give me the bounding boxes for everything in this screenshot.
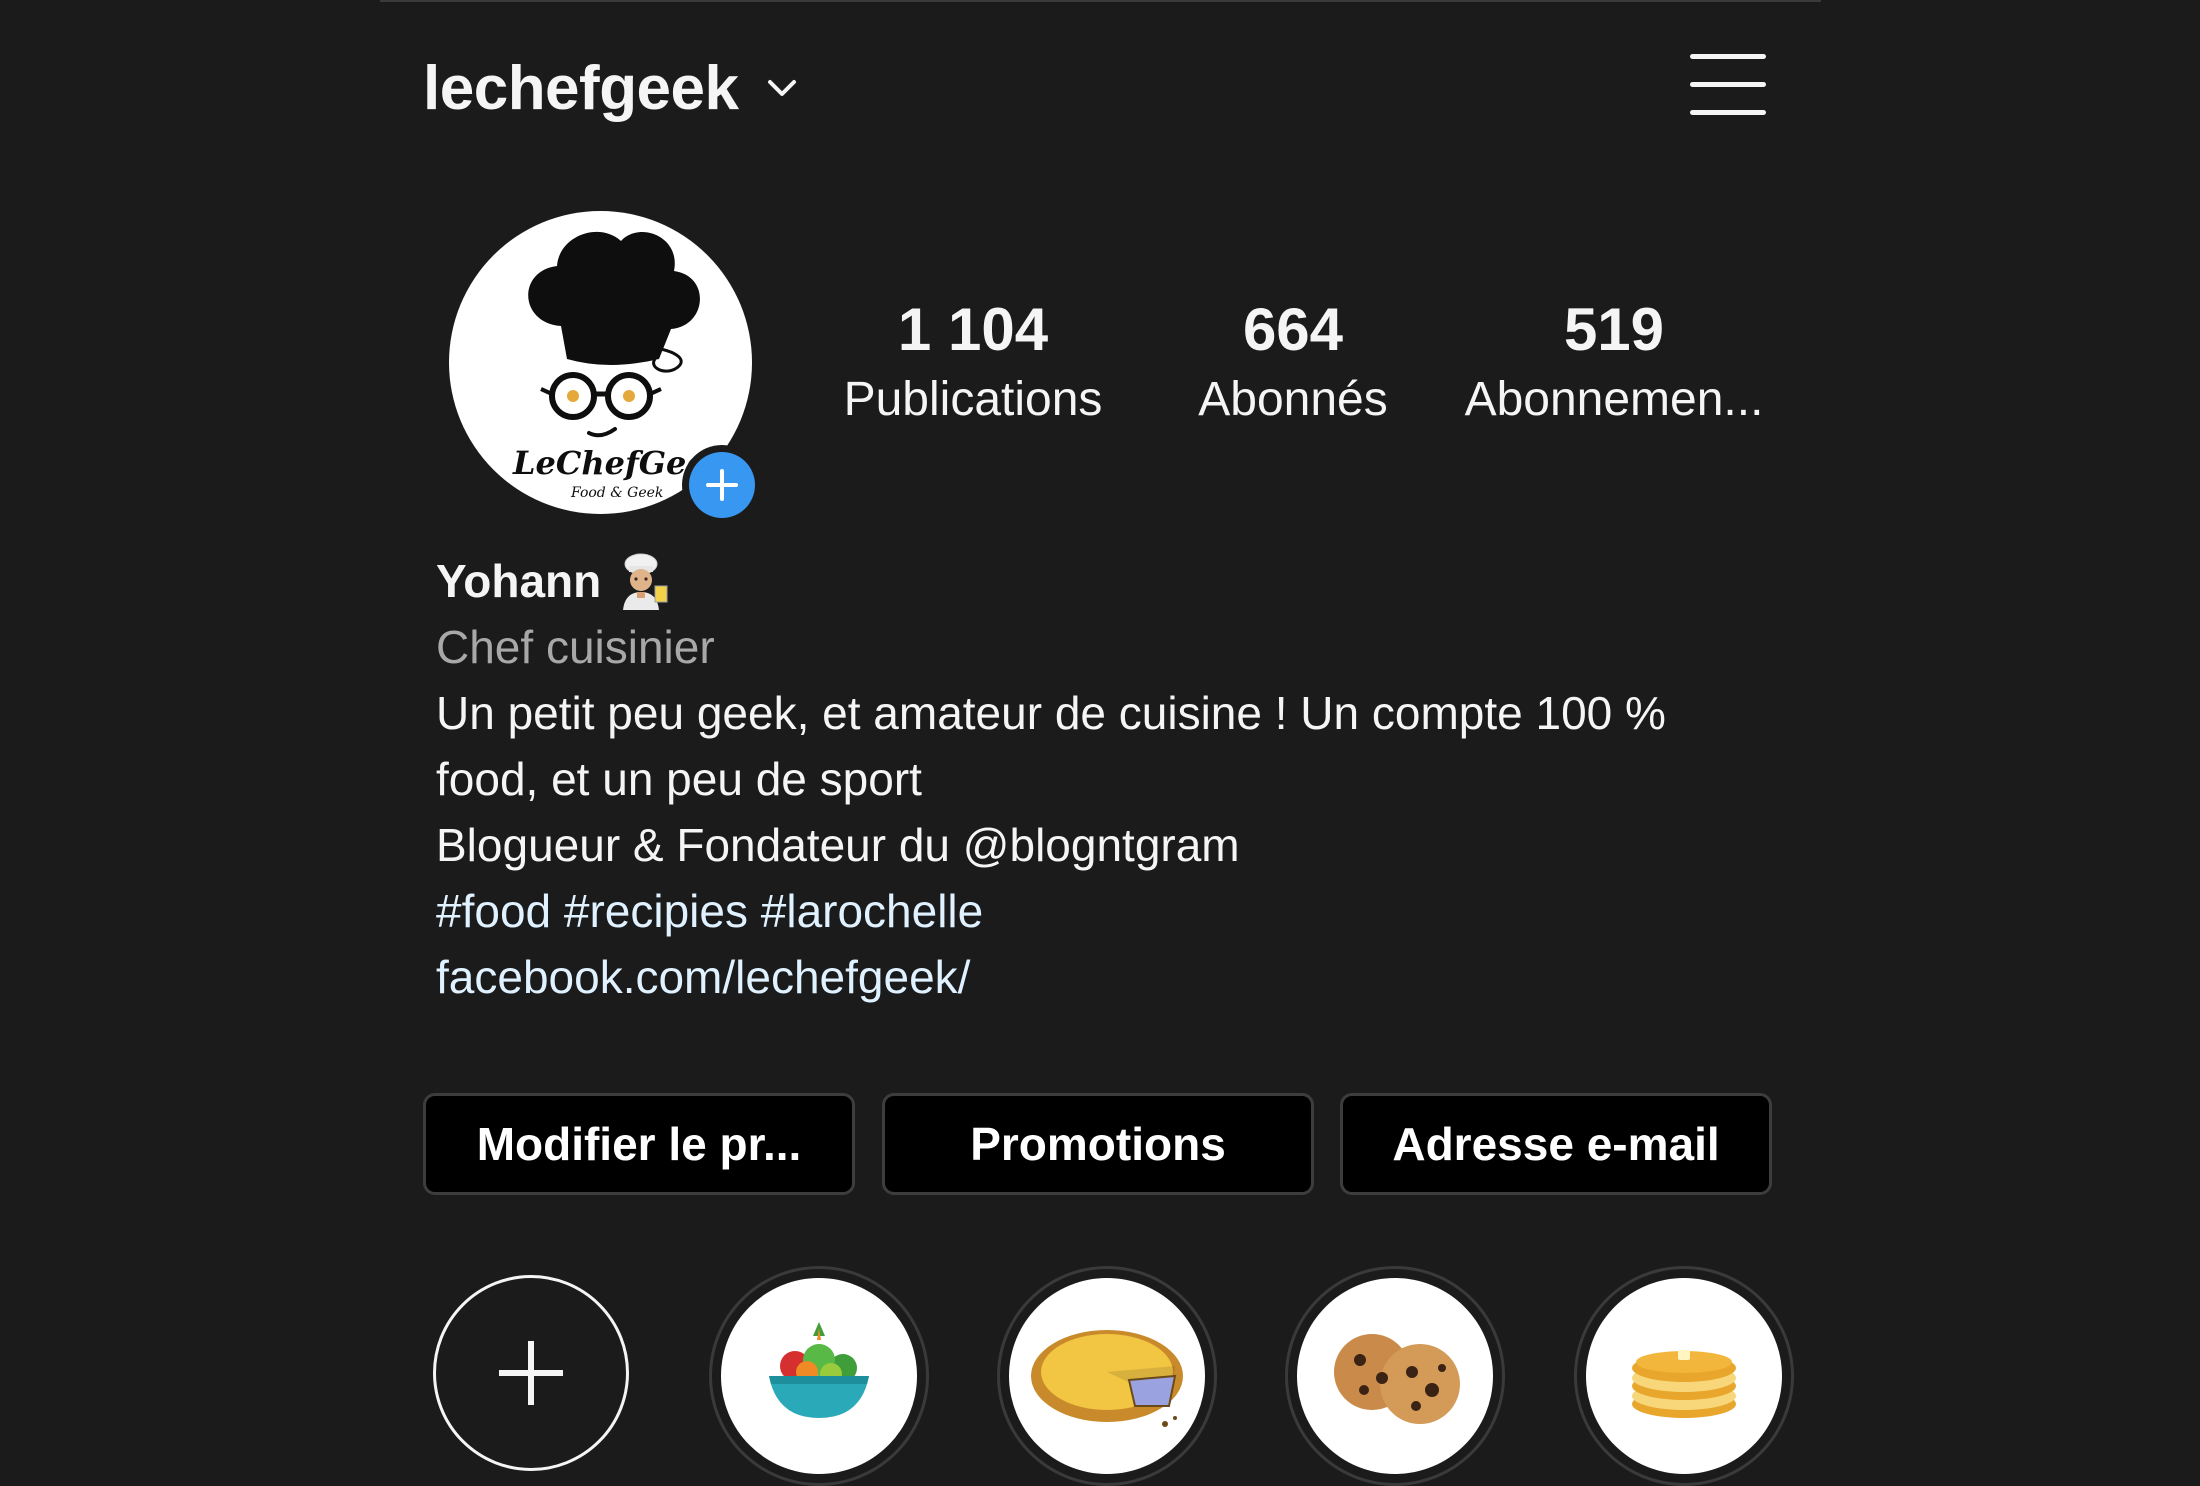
- highlight-salad[interactable]: [709, 1266, 929, 1486]
- highlight-cookies[interactable]: [1285, 1266, 1505, 1486]
- top-divider: [380, 0, 1821, 2]
- profile-name-row: Yohann: [436, 548, 1836, 614]
- profile-category: Chef cuisinier: [436, 621, 715, 673]
- chevron-down-icon[interactable]: [767, 77, 797, 99]
- profile-bio: Yohann Chef cuisinier Un petit peu geek,…: [436, 548, 1836, 1010]
- add-story-button[interactable]: [682, 445, 762, 525]
- salad-bowl-icon: [769, 1322, 869, 1418]
- pie-icon: [1031, 1330, 1183, 1427]
- chef-emoji-icon: [623, 553, 668, 610]
- promotions-button[interactable]: Promotions: [882, 1093, 1314, 1195]
- stat-label: Abonnés: [1198, 373, 1388, 426]
- bio-line: Un petit peu geek, et amateur de cuisine…: [436, 687, 1666, 739]
- website-link[interactable]: facebook.com/lechefgeek/: [436, 944, 1836, 1010]
- edit-profile-button[interactable]: Modifier le pr...: [423, 1093, 855, 1195]
- stat-following[interactable]: 519 Abonnemen...: [1454, 290, 1774, 430]
- bio-hashtags[interactable]: #food #recipies #larochelle: [436, 878, 1836, 944]
- stat-label: Publications: [843, 373, 1103, 426]
- stat-publications[interactable]: 1 104 Publications: [813, 290, 1133, 430]
- highlight-pancakes[interactable]: [1574, 1266, 1794, 1486]
- cookies-icon: [1334, 1334, 1460, 1424]
- bio-mention-line[interactable]: Blogueur & Fondateur du @blogntgram: [436, 812, 1836, 878]
- pancakes-icon: [1632, 1350, 1736, 1418]
- hamburger-menu-icon[interactable]: [1690, 52, 1766, 116]
- stat-followers[interactable]: 664 Abonnés: [1133, 290, 1453, 430]
- plus-icon: [706, 469, 738, 501]
- bio-line: food, et un peu de sport: [436, 753, 922, 805]
- svg-text:Food & Geek: Food & Geek: [570, 485, 663, 501]
- new-highlight-button[interactable]: [433, 1275, 629, 1471]
- profile-header: lechefgeek: [423, 48, 797, 128]
- profile-name: Yohann: [436, 555, 602, 607]
- highlight-pie[interactable]: [997, 1266, 1217, 1486]
- email-button[interactable]: Adresse e-mail: [1340, 1093, 1772, 1195]
- stat-value: 1 104: [897, 296, 1049, 363]
- stat-value: 664: [1242, 296, 1344, 363]
- stat-label: Abonnemen...: [1464, 373, 1764, 426]
- stat-value: 519: [1563, 296, 1665, 363]
- plus-icon: [499, 1341, 563, 1405]
- account-username[interactable]: lechefgeek: [423, 53, 739, 124]
